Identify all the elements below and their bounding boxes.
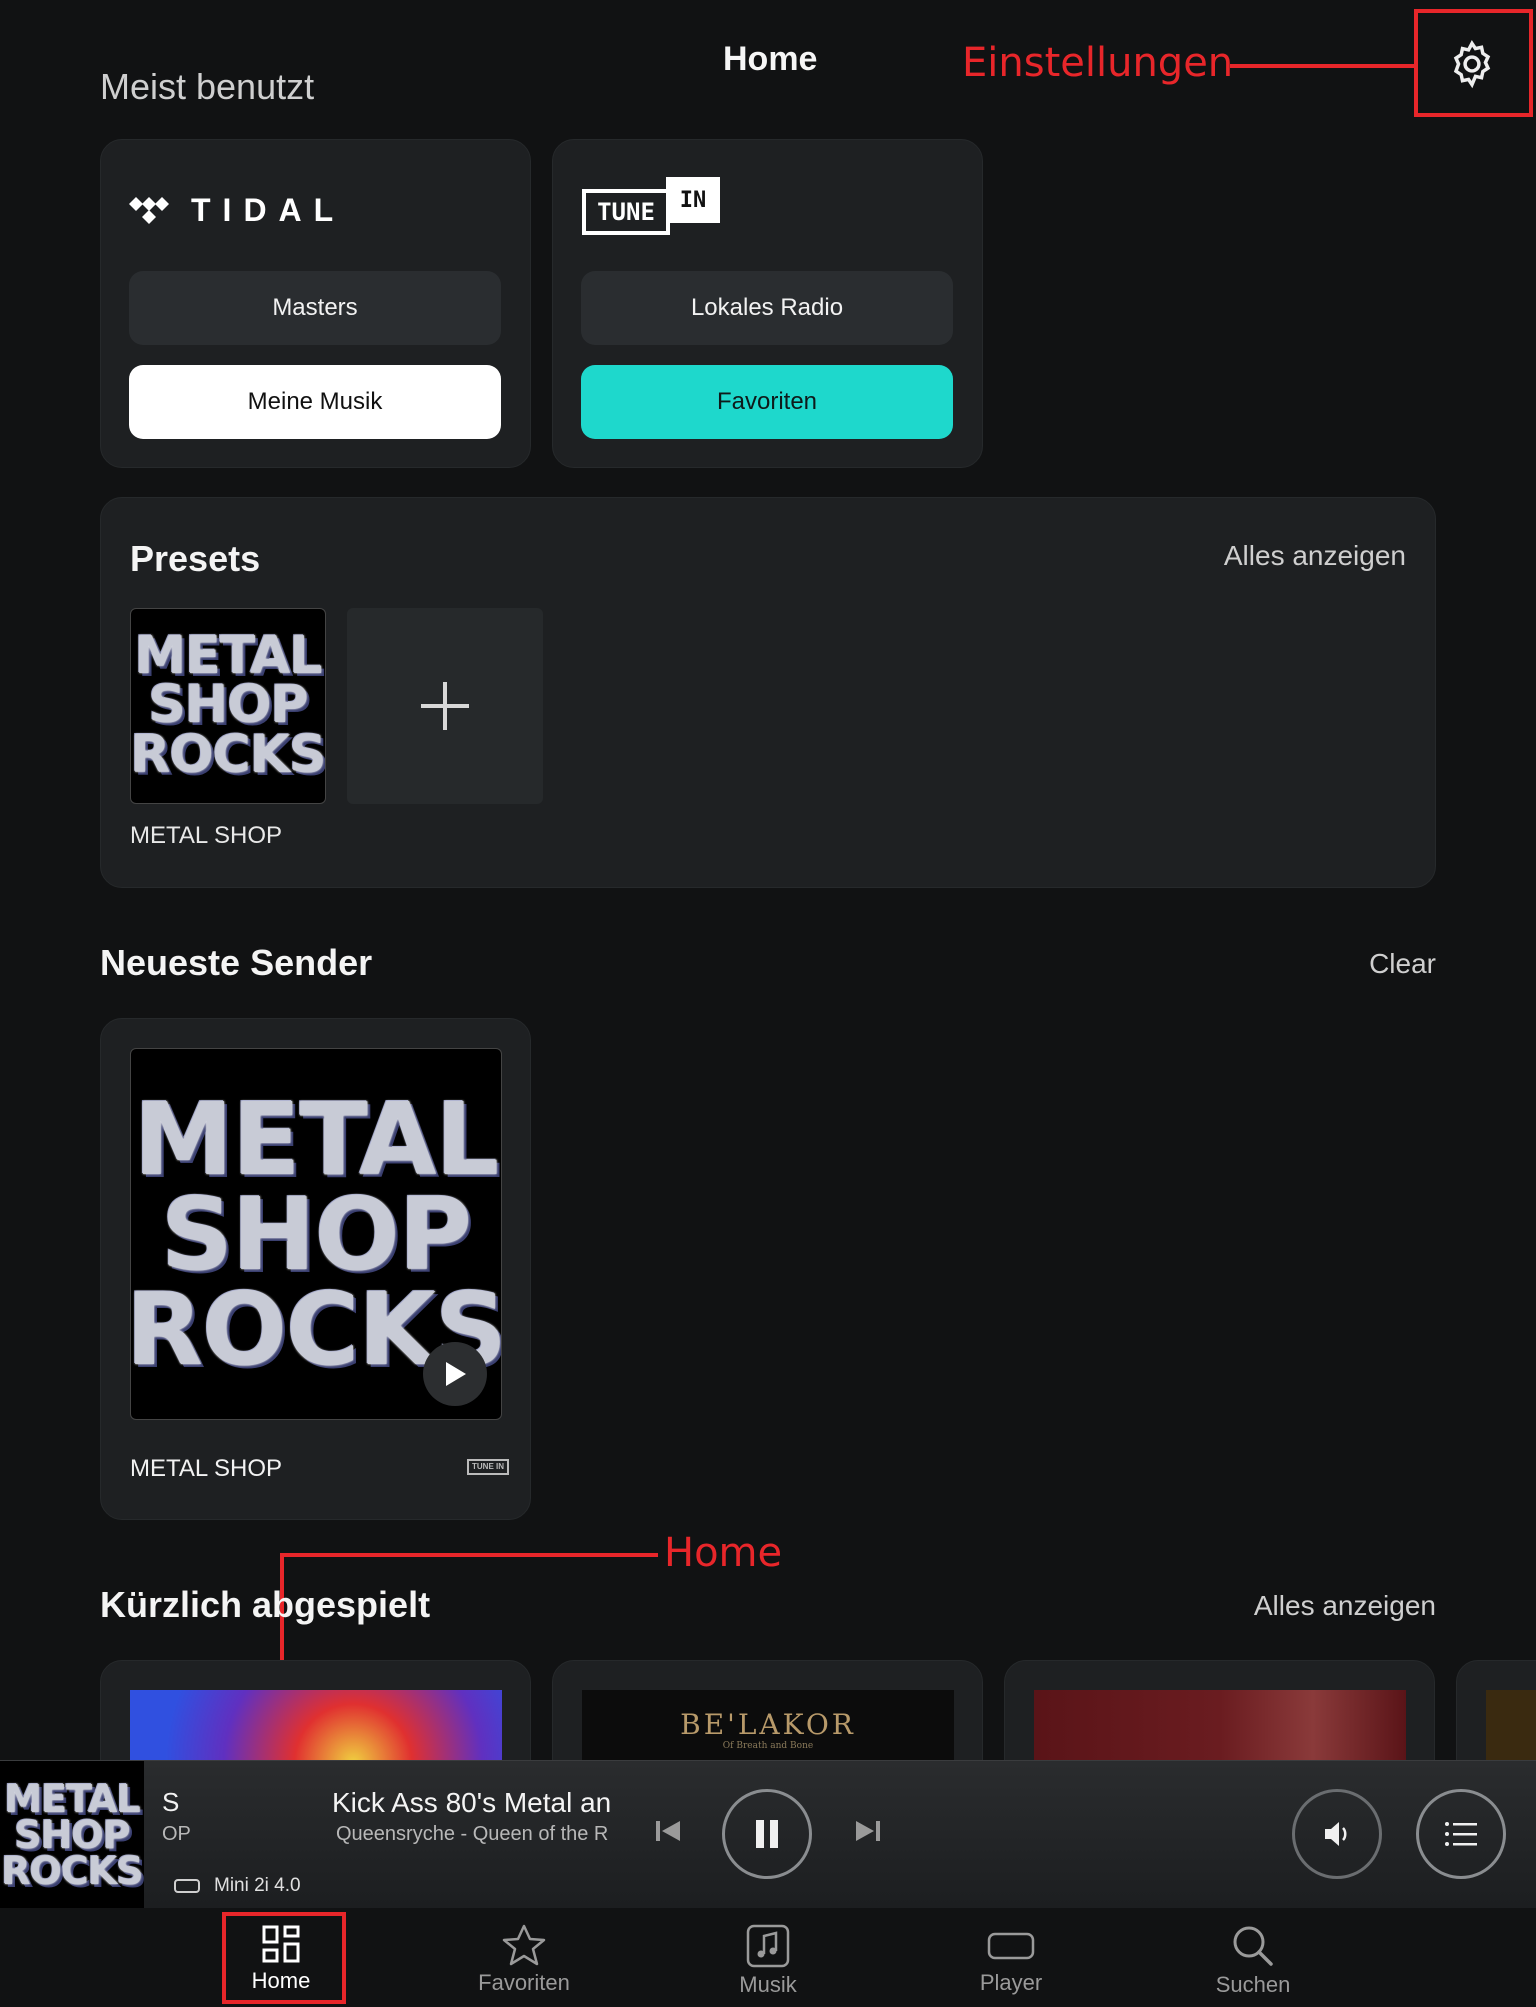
music-note-icon (746, 1924, 790, 1968)
mini-player-track-subtitle: Queensryche - Queen of the R (336, 1823, 609, 1845)
settings-button[interactable] (1446, 38, 1498, 90)
meine-musik-button[interactable]: Meine Musik (129, 365, 501, 439)
preset-label: METAL SHOP (130, 822, 283, 849)
mini-player-station-fragment-2: OP (162, 1823, 191, 1845)
preset-artwork[interactable]: METAL SHOP ROCKS (130, 608, 326, 804)
home-annotation: Home (664, 1530, 783, 1576)
settings-annotation-line (1230, 64, 1416, 68)
home-annotation-line-h (280, 1553, 658, 1557)
settings-annotation: Einstellungen (962, 40, 1234, 86)
recent-station-label: METAL SHOP (130, 1455, 283, 1482)
presets-card: Presets Alles anzeigen METAL SHOP ROCKS … (100, 497, 1436, 888)
mini-player: METAL SHOP ROCKS S OP Mini 2i 4.0 Kick A… (0, 1760, 1536, 1909)
recently-played-show-all-link[interactable]: Alles anzeigen (1254, 1590, 1436, 1622)
recent-station-card[interactable]: METAL SHOP ROCKS METAL SHOP TUNE IN (100, 1018, 531, 1520)
speaker-device-icon (174, 1879, 200, 1893)
list-icon (1445, 1822, 1477, 1846)
mini-player-track-title: Kick Ass 80's Metal an (332, 1787, 612, 1818)
tunein-logo: TUNE IN (582, 177, 720, 239)
page-title: Home (723, 40, 818, 78)
pause-icon (756, 1820, 778, 1848)
volume-icon (1325, 1822, 1347, 1846)
lokales-radio-button[interactable]: Lokales Radio (581, 271, 953, 345)
gear-icon (1453, 40, 1491, 89)
skip-next-icon (856, 1821, 880, 1841)
volume-button[interactable] (1292, 1789, 1382, 1879)
tidal-card: TIDAL Masters Meine Musik (100, 139, 531, 468)
favoriten-button[interactable]: Favoriten (581, 365, 953, 439)
plus-icon (421, 682, 469, 730)
tidal-logo: TIDAL (129, 192, 345, 229)
masters-button[interactable]: Masters (129, 271, 501, 345)
mini-player-artwork[interactable]: METAL SHOP ROCKS (0, 1761, 144, 1909)
tunein-logo-tune: TUNE (582, 189, 670, 235)
search-icon (1233, 1926, 1273, 1966)
recent-stations-clear-link[interactable]: Clear (1369, 948, 1436, 980)
next-button[interactable] (850, 1813, 886, 1849)
recent-stations-title: Neueste Sender (100, 942, 373, 983)
presets-title: Presets (130, 538, 261, 579)
skip-previous-icon (656, 1821, 680, 1841)
mini-player-station-fragment: S (162, 1787, 180, 1817)
recently-played-title: Kürzlich abgespielt (100, 1584, 431, 1625)
queue-button[interactable] (1416, 1789, 1506, 1879)
belakor-logo-text: BE'LAKOR (680, 1708, 856, 1741)
presets-show-all-link[interactable]: Alles anzeigen (1224, 540, 1406, 572)
recent-station-play-button[interactable] (423, 1342, 487, 1406)
star-icon (502, 1924, 546, 1966)
most-used-title: Meist benutzt (100, 66, 315, 107)
belakor-subtitle: Of Breath and Bone (722, 1741, 814, 1751)
tidal-logo-text: TIDAL (191, 192, 346, 228)
nav-musik[interactable]: Musik (683, 1924, 853, 2006)
nav-suchen[interactable]: Suchen (1168, 1924, 1338, 2006)
home-nav-highlight-box (222, 1912, 346, 2004)
play-icon (446, 1362, 466, 1386)
speaker-icon (987, 1932, 1035, 1960)
tunein-card: TUNE IN Lokales Radio Favoriten (552, 139, 983, 468)
previous-button[interactable] (650, 1813, 686, 1849)
add-preset-button[interactable] (347, 608, 543, 804)
tidal-logo-icon (129, 196, 169, 224)
recent-station-tunein-badge: TUNE IN (467, 1459, 509, 1475)
mini-player-device: Mini 2i 4.0 (174, 1875, 301, 1897)
tunein-logo-in: IN (666, 177, 720, 223)
pause-button[interactable] (722, 1789, 812, 1879)
nav-player[interactable]: Player (926, 1924, 1096, 2006)
nav-favoriten[interactable]: Favoriten (439, 1924, 609, 2006)
